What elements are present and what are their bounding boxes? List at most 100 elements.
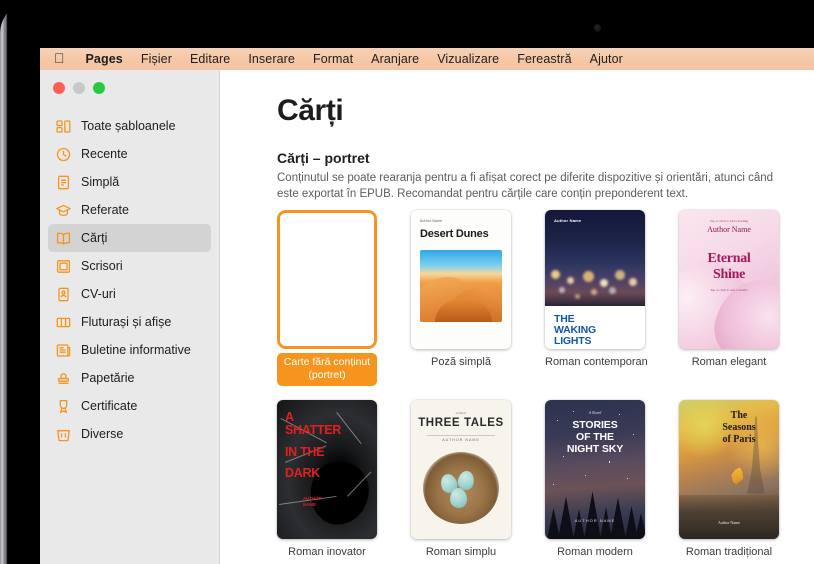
letter-icon xyxy=(55,258,72,275)
sidebar-item-simpla[interactable]: Simplă xyxy=(48,168,211,196)
sidebar-item-label: Toate șabloanele xyxy=(81,119,176,133)
menu-item-format[interactable]: Format xyxy=(304,52,362,66)
cover-kicker: A Novel xyxy=(588,410,602,416)
cover-title-2: SHATTER xyxy=(285,423,341,438)
window-controls xyxy=(40,70,219,94)
template-thumbnail[interactable]: Author Name THE WAKING LIGHTS xyxy=(545,210,645,349)
template-card-seasons-of-paris[interactable]: The Seasons of Paris Author Name Roman t… xyxy=(679,400,779,558)
cover-author: Author Name xyxy=(707,225,751,234)
sidebar-item-label: Buletine informative xyxy=(81,343,191,357)
template-thumbnail[interactable]: A Novel THREE TALES AUTHOR NAME xyxy=(411,400,511,540)
menu-item-pages[interactable]: Pages xyxy=(77,52,132,66)
sidebar-item-toate-sabloanele[interactable]: Toate șabloanele xyxy=(48,112,211,140)
sidebar-item-label: Referate xyxy=(81,203,129,217)
basket-icon xyxy=(55,426,72,443)
sidebar-item-label: Cărți xyxy=(81,231,108,245)
template-thumbnail[interactable]: A SHATTER IN THE DARK AUTHOR NAME xyxy=(277,400,377,540)
template-card-stories-of-the-night-sky[interactable]: A Novel STORIES OF THE NIGHT SKY AUTHOR … xyxy=(545,400,645,558)
sidebar-item-diverse[interactable]: Diverse xyxy=(48,420,211,448)
sidebar-item-papetarie[interactable]: Papetărie xyxy=(48,364,211,392)
cover-title: The xyxy=(730,410,748,422)
sidebar-item-scrisori[interactable]: Scrisori xyxy=(48,252,211,280)
cover-image: Author Name xyxy=(545,210,645,306)
award-ribbon-icon xyxy=(55,398,72,415)
cover-title-4: DARK xyxy=(285,466,320,481)
cover-image xyxy=(423,452,499,525)
menu-item-ajutor[interactable]: Ajutor xyxy=(581,52,632,66)
menu-item-vizualizare[interactable]: Vizualizare xyxy=(428,52,508,66)
sidebar-category-list: Toate șabloanele Recente Simplă Referate… xyxy=(40,112,219,448)
template-caption: Roman contemporan xyxy=(545,356,648,368)
stamp-icon xyxy=(55,370,72,387)
sidebar-item-label: Simplă xyxy=(81,175,120,189)
cover-title: Desert Dunes xyxy=(420,228,489,240)
sidebar-item-cv-uri[interactable]: CV-uri xyxy=(48,280,211,308)
template-gallery: Cărți Cărți – portret Conținutul se poat… xyxy=(221,70,814,564)
device-screen:  Pages Fișier Editare Inserare Format A… xyxy=(0,0,814,564)
cover-title-3: IN THE xyxy=(285,445,325,460)
template-thumbnail[interactable]: A Novel STORIES OF THE NIGHT SKY AUTHOR … xyxy=(545,400,645,540)
template-thumbnail[interactable] xyxy=(277,210,377,349)
cover-author: Author Name xyxy=(554,218,582,223)
menu-item-inserare[interactable]: Inserare xyxy=(239,52,304,66)
sidebar-item-recente[interactable]: Recente xyxy=(48,140,211,168)
template-card-desert-dunes[interactable]: Author Name Desert Dunes Poză simplă xyxy=(411,210,511,386)
template-caption: Roman tradițional xyxy=(685,546,773,559)
sidebar-item-label: Papetărie xyxy=(81,371,135,385)
template-card-shatter-in-the-dark[interactable]: A SHATTER IN THE DARK AUTHOR NAME Roman … xyxy=(277,400,377,558)
template-caption: Carte fără conținut (portret) xyxy=(277,353,377,387)
newsletter-icon xyxy=(55,342,72,359)
sidebar-item-label: Scrisori xyxy=(81,259,123,273)
sidebar-item-certificate[interactable]: Certificate xyxy=(48,392,211,420)
macos-menu-bar:  Pages Fișier Editare Inserare Format A… xyxy=(40,48,814,70)
sidebar-item-label: Certificate xyxy=(81,399,138,413)
cover-author: AUTHOR NAME xyxy=(574,518,616,524)
zoom-button[interactable] xyxy=(93,82,105,94)
template-card-eternal-shine[interactable]: Tap or click to add a heading Author Nam… xyxy=(679,210,779,386)
clock-icon xyxy=(55,146,72,163)
sidebar-item-label: Recente xyxy=(81,147,128,161)
section-title: Cărți – portret xyxy=(277,150,370,166)
cover-subtitle: Tap or click to add a subtitle xyxy=(710,288,748,292)
open-book-icon xyxy=(55,230,72,247)
template-thumbnail[interactable]: Tap or click to add a heading Author Nam… xyxy=(679,210,779,349)
menu-item-editare[interactable]: Editare xyxy=(181,52,239,66)
menu-item-fereastra[interactable]: Fereastră xyxy=(508,52,580,66)
cover-author: AUTHOR NAME xyxy=(303,496,322,507)
template-thumbnail[interactable]: The Seasons of Paris Author Name xyxy=(679,400,779,540)
template-row-2: A SHATTER IN THE DARK AUTHOR NAME Roman … xyxy=(277,400,814,558)
cover-title: THE WAKING LIGHTS xyxy=(554,313,596,348)
cover-title: STORIES xyxy=(572,419,618,432)
sidebar-item-referate[interactable]: Referate xyxy=(48,196,211,224)
sidebar-item-carti[interactable]: Cărți xyxy=(48,224,211,252)
cover-title-2: Seasons xyxy=(722,422,756,434)
template-row-1: Carte fără conținut (portret) Author Nam… xyxy=(277,210,814,387)
template-card-blank-portrait[interactable]: Carte fără conținut (portret) xyxy=(277,210,377,387)
template-caption: Roman inovator xyxy=(288,546,366,559)
cover-image xyxy=(420,250,502,322)
cover-title: THREE TALES xyxy=(418,417,504,430)
template-card-three-tales[interactable]: A Novel THREE TALES AUTHOR NAME Roman si… xyxy=(411,400,511,558)
template-caption: Poză simplă xyxy=(431,356,491,368)
page-title: Cărți xyxy=(277,94,344,127)
menu-item-aranjare[interactable]: Aranjare xyxy=(362,52,428,66)
columns-icon xyxy=(55,314,72,331)
cover-title-2: Shine xyxy=(713,267,745,282)
sidebar-item-label: CV-uri xyxy=(81,287,116,301)
cover-author: Author Name xyxy=(718,520,740,526)
minimize-button[interactable] xyxy=(73,82,85,94)
apple-logo-icon[interactable]:  xyxy=(50,51,77,65)
template-thumbnail[interactable]: Author Name Desert Dunes xyxy=(411,210,511,349)
close-button[interactable] xyxy=(53,82,65,94)
sidebar-item-fluturasi-si-afise[interactable]: Fluturași și afișe xyxy=(48,308,211,336)
menu-item-fisier[interactable]: Fișier xyxy=(132,52,181,66)
device-bezel-gloss xyxy=(5,0,8,564)
section-description: Conținutul se poate rearanja pentru a fi… xyxy=(277,172,774,201)
template-grid: Carte fără conținut (portret) Author Nam… xyxy=(277,210,814,564)
graduation-cap-icon xyxy=(55,202,72,219)
sidebar-item-label: Fluturași și afișe xyxy=(81,315,172,329)
cover-title-3: NIGHT SKY xyxy=(566,443,624,456)
sidebar-item-buletine-informative[interactable]: Buletine informative xyxy=(48,336,211,364)
grid-icon xyxy=(55,118,72,135)
template-card-waking-lights[interactable]: Author Name THE WAKING LIGHTS Roman cont… xyxy=(545,210,648,386)
